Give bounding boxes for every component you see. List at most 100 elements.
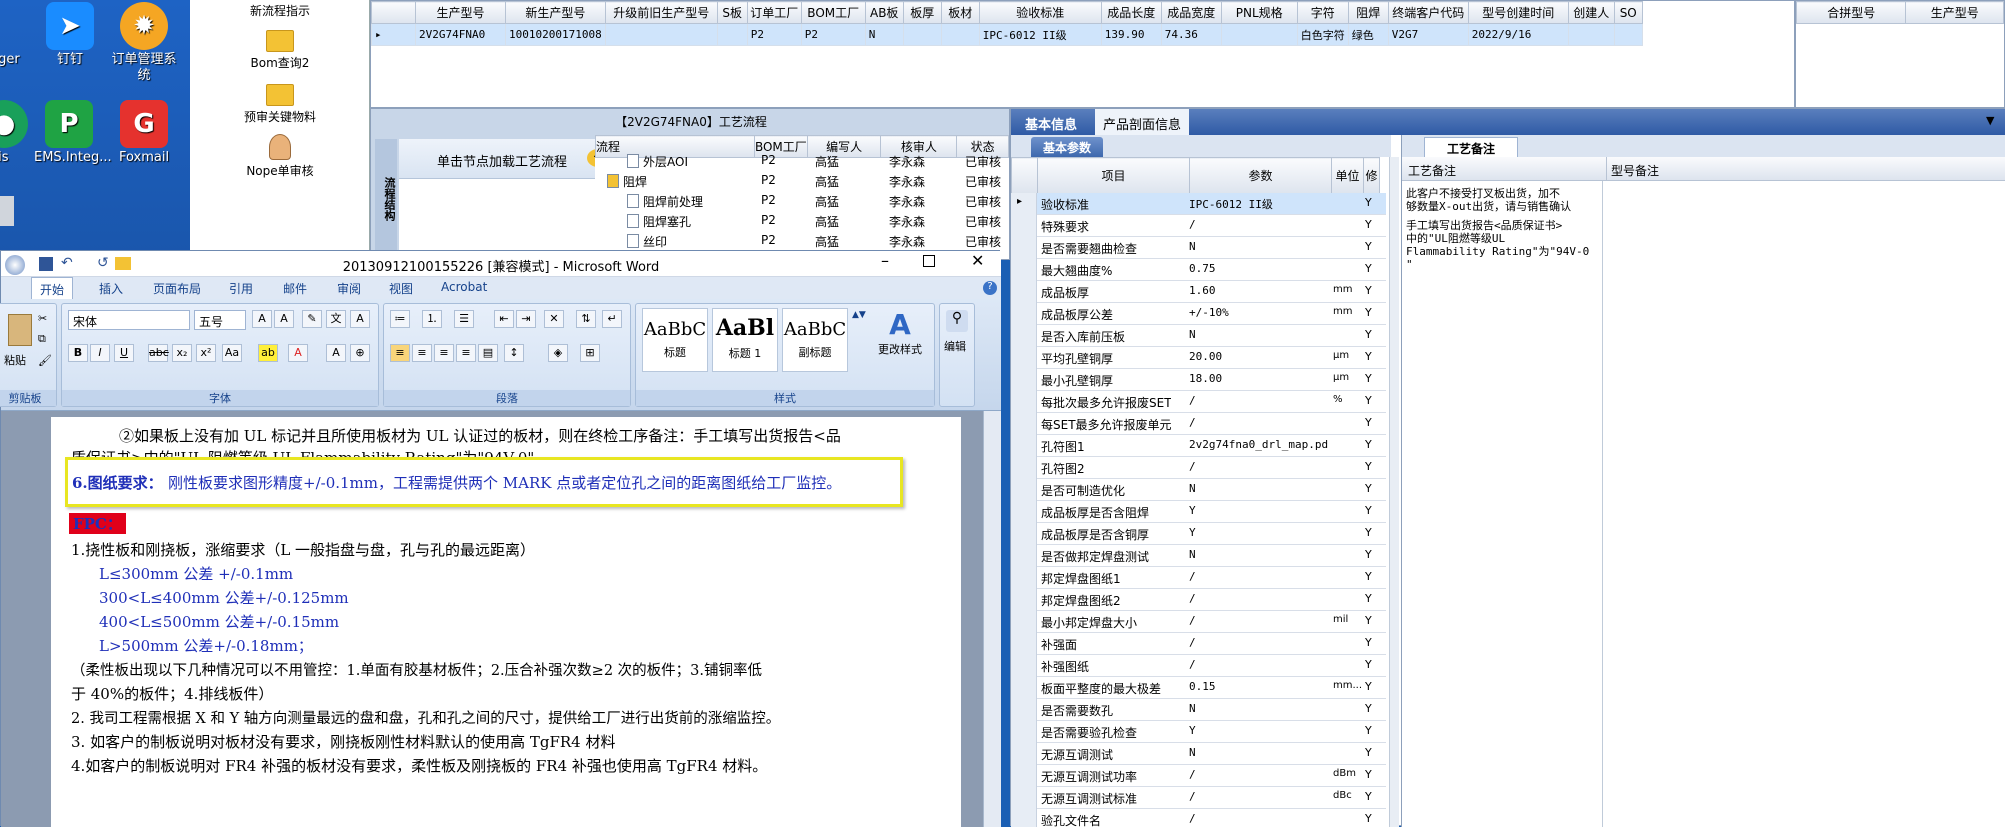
cell[interactable]: V2G7 — [1387, 23, 1469, 46]
param-value[interactable]: 2v2g74fna0_drl_map.pdf — [1189, 438, 1329, 451]
cell[interactable] — [902, 23, 942, 46]
col-header[interactable]: 新生产型号 — [505, 1, 606, 24]
param-value[interactable]: / — [1189, 416, 1329, 429]
param-row[interactable]: ▸ 验收标准 IPC-6012 II级 Y — [1011, 193, 1386, 215]
shrink-font-icon[interactable]: A — [274, 310, 294, 328]
cell[interactable]: P2 — [800, 23, 866, 46]
craft-note-text[interactable]: 此客户不接受打叉板出货，加不 够数量X-out出货，请与销售确认 手工填写出货报告<… — [1406, 187, 1596, 271]
close-icon[interactable]: ✕ — [971, 251, 984, 270]
param-row[interactable]: 补强图纸 / Y — [1011, 655, 1386, 677]
param-row[interactable]: 无源互调测试标准 / dBc Y — [1011, 787, 1386, 809]
minimize-icon[interactable]: – — [881, 251, 889, 270]
col-header[interactable]: 成品宽度 — [1160, 1, 1222, 24]
cell[interactable]: 绿色 — [1347, 23, 1389, 46]
numbering-icon[interactable]: ⒈ — [422, 310, 442, 328]
param-value[interactable]: Y — [1189, 724, 1329, 737]
param-value[interactable]: 1.60 — [1189, 284, 1329, 297]
col-header[interactable]: AB板 — [864, 1, 904, 24]
col-header[interactable]: 成品长度 — [1100, 1, 1162, 24]
desktop-icon-manager[interactable]: ager — [0, 2, 30, 68]
cell[interactable] — [604, 23, 718, 46]
tab-acrobat[interactable]: Acrobat — [441, 280, 487, 294]
col-header[interactable]: BOM工厂 — [800, 1, 866, 24]
sort-icon[interactable]: ⇅ — [576, 310, 596, 328]
tab-craft-note[interactable]: 工艺备注 — [1424, 137, 1519, 159]
align-left-icon[interactable]: ≡ — [390, 344, 410, 362]
cell[interactable]: 白色字符 — [1296, 23, 1349, 46]
param-value[interactable]: N — [1189, 482, 1329, 495]
param-row[interactable]: 板面平整度的最大极差 0.15 mm... Y — [1011, 677, 1386, 699]
param-value[interactable]: N — [1189, 746, 1329, 759]
param-value[interactable]: 0.15 — [1189, 680, 1329, 693]
param-value[interactable]: / — [1189, 790, 1329, 803]
dropdown-arrow-icon[interactable]: ▼ — [1986, 114, 1994, 127]
tab-view[interactable]: 视图 — [389, 280, 413, 297]
param-row[interactable]: 验孔文件名 / Y — [1011, 809, 1386, 827]
col-header[interactable]: 修 — [1363, 157, 1380, 194]
param-value[interactable]: N — [1189, 548, 1329, 561]
cell[interactable]: IPC-6012 II级 — [978, 23, 1102, 46]
desktop-icon-order-system[interactable]: ✹ 订单管理系统 — [108, 2, 180, 84]
col-header[interactable]: 单位 — [1331, 157, 1364, 194]
param-value[interactable]: / — [1189, 636, 1329, 649]
desktop-icon-dingtalk[interactable]: ➤ 钉钉 — [40, 2, 100, 68]
col-header[interactable]: 参数 — [1189, 157, 1332, 194]
cell[interactable] — [1567, 23, 1615, 46]
maximize-icon[interactable] — [923, 255, 935, 267]
param-value[interactable]: / — [1189, 592, 1329, 605]
param-value[interactable]: +/-10% — [1189, 306, 1329, 319]
param-value[interactable]: Y — [1189, 526, 1329, 539]
param-row[interactable]: 每SET最多允许报废单元 / Y — [1011, 413, 1386, 435]
bold-icon[interactable]: B — [68, 344, 88, 362]
highlight-icon[interactable]: ab — [258, 344, 278, 362]
param-value[interactable]: / — [1189, 218, 1329, 231]
cell[interactable] — [940, 23, 980, 46]
param-row[interactable]: 是否做邦定焊盘测试 N Y — [1011, 545, 1386, 567]
document-page[interactable]: ②如果板上没有加 UL 标记并且所使用板材为 UL 认证过的板材，则在终检工序备… — [51, 417, 961, 827]
shading-icon[interactable]: ◈ — [548, 344, 568, 362]
param-row[interactable]: 成品板厚公差 +/-10% mm Y — [1011, 303, 1386, 325]
param-row[interactable]: 是否入库前压板 N Y — [1011, 325, 1386, 347]
bullets-icon[interactable]: ≔ — [390, 310, 410, 328]
param-value[interactable]: 18.00 — [1189, 372, 1329, 385]
vertical-scrollbar[interactable] — [983, 411, 1001, 827]
tab-references[interactable]: 引用 — [229, 280, 253, 297]
side-tab-structure[interactable]: 流程结构 — [375, 139, 397, 259]
clear-format-icon[interactable]: ✎ — [302, 310, 322, 328]
styles-scroll-icon[interactable]: ▲▼ — [852, 310, 866, 320]
param-row[interactable]: 孔符图2 / Y — [1011, 457, 1386, 479]
distributed-icon[interactable]: ▤ — [478, 344, 498, 362]
col-header[interactable]: SO — [1613, 1, 1643, 24]
col-header[interactable]: 生产型号 — [1905, 1, 2004, 24]
tab-mailings[interactable]: 邮件 — [283, 280, 307, 297]
superscript-icon[interactable]: x² — [196, 344, 216, 362]
increase-indent-icon[interactable]: ⇥ — [516, 310, 536, 328]
copy-icon[interactable]: ⧉ — [38, 332, 46, 346]
change-case-icon[interactable]: Aa — [222, 344, 242, 362]
style-heading1[interactable]: AaBl 标题 1 — [712, 308, 778, 372]
link-new-flow[interactable]: 新流程指示 — [190, 2, 370, 19]
format-painter-icon[interactable]: 🖌 — [38, 354, 52, 367]
param-value[interactable]: 0.75 — [1189, 262, 1329, 275]
col-header[interactable]: 板材 — [940, 1, 980, 24]
param-row[interactable]: 是否需要验孔检查 Y Y — [1011, 721, 1386, 743]
table-row[interactable]: ▸ 2V2G74FNA0 10010200171008 P2 P2 N IPC-… — [371, 23, 1643, 46]
decrease-indent-icon[interactable]: ⇤ — [494, 310, 514, 328]
col-header[interactable]: 阻焊 — [1347, 1, 1389, 24]
char-shading-icon[interactable]: A — [326, 344, 346, 362]
change-styles-button[interactable]: A 更改样式 — [870, 308, 930, 372]
help-icon[interactable]: ? — [983, 281, 997, 295]
param-row[interactable]: 是否需要数孔 N Y — [1011, 699, 1386, 721]
strikethrough-icon[interactable]: abc — [148, 344, 169, 362]
col-header[interactable]: 合拼型号 — [1795, 1, 1907, 24]
param-row[interactable]: 邦定焊盘图纸1 / Y — [1011, 567, 1386, 589]
cell[interactable]: P2 — [746, 23, 802, 46]
col-header[interactable]: S板 — [716, 1, 748, 24]
phonetic-icon[interactable]: 文 — [326, 310, 346, 328]
param-row[interactable]: 每批次最多允许报废SET /% Y — [1011, 391, 1386, 413]
cell[interactable] — [1613, 23, 1643, 46]
col-header[interactable]: 型号备注 — [1606, 157, 1663, 181]
tab-insert[interactable]: 插入 — [99, 280, 123, 297]
param-row[interactable]: 无源互调测试 N Y — [1011, 743, 1386, 765]
param-value[interactable]: / — [1189, 614, 1329, 627]
